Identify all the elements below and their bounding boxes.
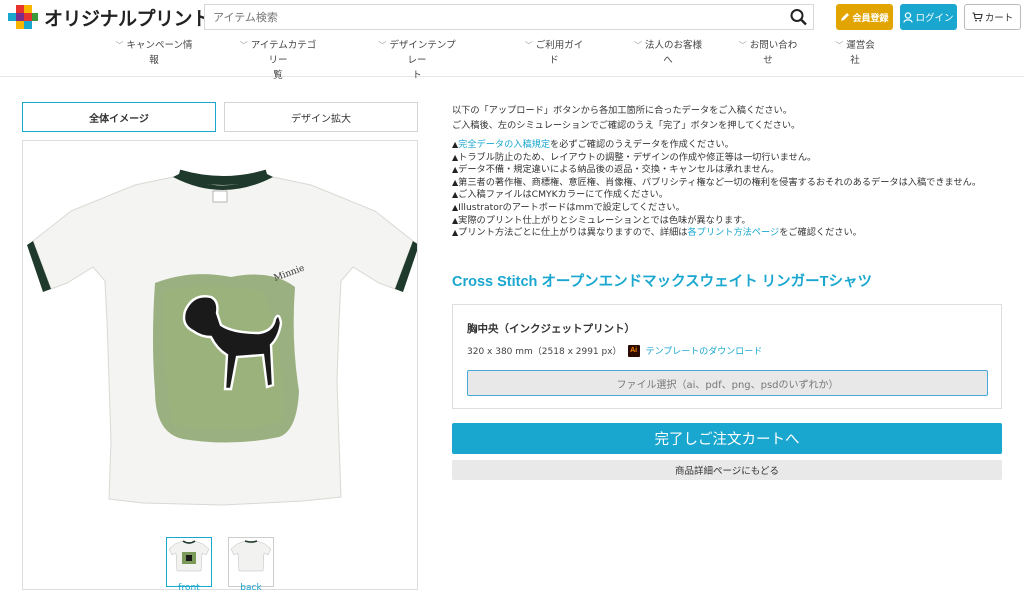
search-input[interactable]	[205, 5, 791, 29]
login-label: ログイン	[915, 13, 954, 24]
nav-item-design-template[interactable]: ﹀ デザインテンプレート	[375, 38, 459, 83]
note-text: を必ずご確認のうえデータを作成ください。	[550, 139, 734, 150]
chevron-down-icon: ﹀	[524, 41, 533, 50]
thumb-front-label: front	[178, 583, 200, 593]
note-item: ▲第三者の著作権、商標権、意匠権、肖像権、パブリシティ権など一切の権利を侵害する…	[452, 177, 1002, 190]
template-download-link[interactable]: テンプレートのダウンロード	[646, 344, 763, 357]
nav-item-campaign[interactable]: ﹀ キャンペーン情報	[112, 38, 196, 68]
nav-label-cont: 社	[850, 55, 860, 66]
nav-label-cont: ト	[412, 70, 422, 81]
upload-instructions: 以下の「アップロード」ボタンから各加工箇所に合ったデータをご入稿ください。 ご入…	[452, 103, 1002, 133]
note-item: ▲プリント方法ごとに仕上がりは異なりますので、詳細は各プリント方法ページをご確認…	[452, 227, 1002, 240]
chevron-down-icon: ﹀	[115, 41, 124, 50]
nav-label-cont: 覧	[273, 70, 283, 81]
instruction-line: ご入稿後、左のシミュレーションでご確認のうえ「完了」ボタンを押してください。	[452, 120, 801, 131]
nav-label-cont: 報	[149, 55, 159, 66]
nav-label: 運営会	[846, 40, 875, 51]
nav-label: ご利用ガイ	[535, 40, 584, 51]
member-register-label: 会員登録	[852, 13, 889, 24]
cart-button[interactable]: カート	[964, 4, 1021, 30]
chevron-down-icon: ﹀	[239, 41, 248, 50]
nav-label-cont: せ	[763, 55, 773, 66]
tab-design-zoom[interactable]: デザイン拡大	[224, 102, 418, 132]
submission-rules-link[interactable]: 完全データの入稿規定	[458, 139, 550, 150]
tab-overall-label: 全体イメージ	[89, 113, 149, 125]
nav-item-guide[interactable]: ﹀ ご利用ガイド	[512, 38, 596, 68]
chevron-down-icon: ﹀	[738, 41, 747, 50]
nav-label: アイテムカテゴリー	[250, 40, 317, 66]
chevron-down-icon: ﹀	[633, 41, 642, 50]
member-register-button[interactable]: 会員登録	[836, 4, 893, 30]
nav-label: キャンペーン情	[126, 40, 193, 51]
main-nav: ﹀ キャンペーン情報 ﹀ アイテムカテゴリー覧 ﹀ デザインテンプレート ﹀ ご利用ガイ…	[112, 38, 912, 81]
print-area-title: 胸中央（インクジェットプリント）	[467, 323, 635, 335]
site-header: オリジナルプリント.jp 会員登録 ログイン カート ﹀キャンペーン情報 ﹀アイ…	[0, 0, 1024, 81]
thumb-front[interactable]	[166, 537, 212, 587]
note-text: 第三者の著作権、商標権、意匠権、肖像権、パブリシティ権など一切の権利を侵害するお…	[458, 176, 982, 188]
chevron-down-icon: ﹀	[378, 41, 387, 50]
nav-label-cont: へ	[663, 55, 673, 66]
note-text: Illustratorのアートボードはmmで設定してください。	[458, 201, 685, 213]
note-item: ▲Illustratorのアートボードはmmで設定してください。	[452, 202, 1002, 215]
note-item: ▲ご入稿ファイルはCMYKカラーにて作成ください。	[452, 189, 1002, 202]
nav-label: 法人のお客様	[644, 40, 702, 51]
note-item: ▲実際のプリント仕上がりとシミュレーションとでは色味が異なります。	[452, 215, 1002, 228]
print-method-link[interactable]: 各プリント方法ページ	[687, 227, 779, 238]
note-text: をご確認ください。	[779, 227, 862, 239]
note-text: ご入稿ファイルはCMYKカラーにて作成ください。	[458, 189, 668, 201]
thumb-back-label: back	[240, 583, 262, 593]
note-item: ▲トラブル防止のため、レイアウトの調整・デザインの作成や修正等は一切行いません。	[452, 152, 1002, 165]
nav-label-cont: ド	[549, 55, 559, 66]
warning-notes: ▲完全データの入稿規定を必ずご確認のうえデータを作成ください。 ▲トラブル防止の…	[452, 139, 1002, 240]
nav-item-contact[interactable]: ﹀ お問い合わせ	[726, 38, 810, 68]
cart-label: カート	[984, 13, 1014, 24]
cart-icon	[972, 12, 983, 22]
print-size-text: 320 x 380 mm（2518 x 2991 px）	[467, 347, 622, 357]
illustrator-icon: Ai	[627, 344, 640, 357]
nav-item-item-category[interactable]: ﹀ アイテムカテゴリー覧	[236, 38, 320, 83]
search-box	[204, 4, 814, 30]
product-title: Cross Stitch オープンエンドマックスウェイト リンガーTシャツ	[452, 274, 873, 290]
complete-order-button[interactable]: 完了しご注文カートへ	[452, 423, 1002, 454]
print-area-panel: 胸中央（インクジェットプリント） 320 x 380 mm（2518 x 299…	[452, 304, 1002, 409]
back-to-product-button[interactable]: 商品詳細ページにもどる	[452, 460, 1002, 480]
nav-label: デザインテンプレー	[389, 40, 456, 66]
note-text: プリント方法ごとに仕上がりは異なりますので、詳細は	[458, 227, 688, 239]
file-select-button[interactable]: ファイル選択（ai、pdf、png、psdのいずれか）	[467, 370, 988, 396]
print-area-size: 320 x 380 mm（2518 x 2991 px） Ai テンプレートのダ…	[467, 344, 762, 357]
back-to-product-label: 商品詳細ページにもどる	[674, 466, 780, 477]
thumb-back-image	[230, 540, 272, 572]
note-item: ▲完全データの入稿規定を必ずご確認のうえデータを作成ください。	[452, 139, 1002, 152]
tab-overall-image[interactable]: 全体イメージ	[22, 102, 216, 132]
user-icon	[903, 11, 914, 23]
complete-order-label: 完了しご注文カートへ	[654, 432, 800, 448]
thumb-back[interactable]	[228, 537, 274, 587]
tshirt-preview: Minnie	[22, 140, 419, 590]
nav-item-company[interactable]: ﹀ 運営会社	[822, 38, 888, 68]
chevron-down-icon: ﹀	[835, 41, 844, 50]
instruction-line: 以下の「アップロード」ボタンから各加工箇所に合ったデータをご入稿ください。	[452, 105, 792, 116]
site-logo[interactable]: オリジナルプリント.jp	[6, 4, 232, 31]
login-button[interactable]: ログイン	[900, 4, 957, 30]
logo-cube-icon	[8, 4, 38, 29]
search-icon[interactable]	[789, 8, 809, 26]
tab-zoom-label: デザイン拡大	[291, 113, 351, 125]
note-text: トラブル防止のため、レイアウトの調整・デザインの作成や修正等は一切行いません。	[458, 151, 817, 163]
tshirt-image: Minnie	[27, 169, 419, 506]
note-text: 実際のプリント仕上がりとシミュレーションとでは色味が異なります。	[458, 214, 751, 226]
nav-item-corporate[interactable]: ﹀ 法人のお客様へ	[626, 38, 710, 68]
note-text: データ不備・規定違いによる納品後の返品・交換・キャンセルは承れません。	[458, 164, 780, 176]
note-item: ▲データ不備・規定違いによる納品後の返品・交換・キャンセルは承れません。	[452, 164, 1002, 177]
pencil-icon	[841, 13, 850, 21]
thumb-front-image	[168, 540, 210, 572]
file-select-label: ファイル選択（ai、pdf、png、psdのいずれか）	[616, 379, 839, 391]
nav-label: お問い合わ	[749, 40, 798, 51]
